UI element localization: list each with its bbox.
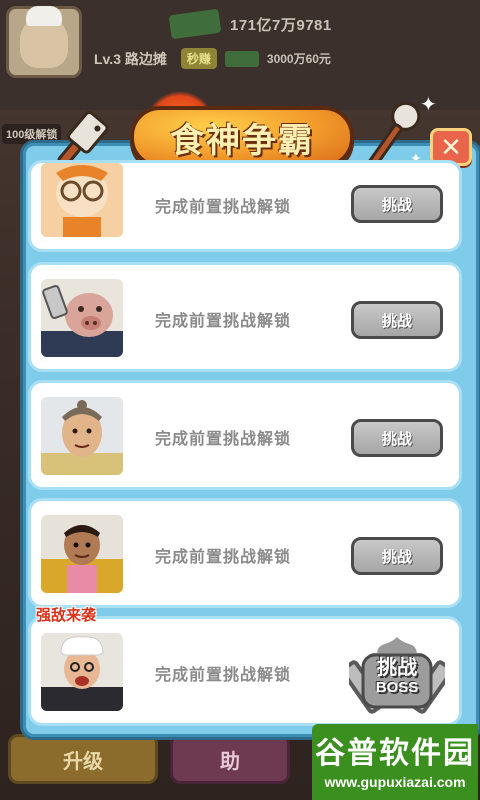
challenge-button[interactable]: 挑战 — [351, 537, 443, 575]
help-button[interactable]: 助 — [170, 734, 290, 784]
close-icon: ✕ — [440, 131, 462, 162]
pig-butcher-icon — [41, 279, 123, 357]
challenge-button[interactable]: 挑战 — [351, 185, 443, 223]
level-text: Lv.3 路边摊 — [94, 50, 167, 67]
challenge-button[interactable]: 挑战 — [351, 301, 443, 339]
boss-button-line2: BOSS — [375, 679, 419, 696]
armored-warrior-icon — [41, 515, 123, 593]
boss-challenge-card: 完成前置挑战解锁 挑战 BOSS — [28, 616, 462, 726]
upgrade-button[interactable]: 升级 — [8, 734, 158, 784]
cash-icon — [224, 50, 259, 67]
money-stack-icon — [168, 8, 222, 40]
watermark-title: 谷普软件园 — [315, 737, 475, 770]
unlock-requirement-text: 完成前置挑战解锁 — [155, 313, 292, 330]
character-portrait — [41, 279, 123, 357]
money-amount: 171亿7万9781 — [230, 16, 332, 34]
challenge-button[interactable]: 挑战 — [351, 419, 443, 457]
challenge-card: 完成前置挑战解锁 挑战 — [28, 262, 462, 372]
boss-button-line1: 挑战 — [377, 657, 417, 679]
top-status-bar: 171亿7万9781 Lv.3 路边摊 秒赚 3000万60元 — [0, 0, 480, 110]
modal-title: 食神争霸 — [170, 121, 314, 160]
watermark: 谷普软件园 www.gupuxiazai.com — [312, 724, 478, 800]
speed-badge: 秒赚 — [180, 48, 217, 69]
challenge-card: 完成前置挑战解锁 挑战 — [28, 498, 462, 608]
character-portrait — [41, 515, 123, 593]
challenge-card: 完成前置挑战解锁 挑战 — [28, 380, 462, 490]
chef-cat-girl-icon — [41, 163, 123, 237]
monk-icon — [41, 397, 123, 475]
chef-avatar-icon — [20, 6, 68, 68]
money-row: 171亿7万9781 — [168, 8, 332, 40]
player-avatar[interactable] — [6, 6, 82, 78]
sparkle-icon: ✦ — [420, 94, 437, 116]
boss-chef-icon — [41, 633, 123, 711]
character-portrait — [41, 633, 123, 711]
unlock-requirement-text: 完成前置挑战解锁 — [155, 549, 292, 566]
level-row: Lv.3 路边摊 秒赚 3000万60元 — [94, 48, 331, 69]
watermark-url: www.gupuxiazai.com — [324, 774, 466, 790]
title-banner: 食神争霸 — [130, 106, 354, 168]
cash-rate: 3000万60元 — [266, 52, 331, 66]
character-portrait — [41, 397, 123, 475]
character-portrait — [41, 163, 123, 237]
unlock-requirement-text: 完成前置挑战解锁 — [155, 667, 292, 684]
challenge-boss-button[interactable]: 挑战 BOSS — [340, 633, 454, 719]
unlock-requirement-text: 完成前置挑战解锁 — [155, 199, 292, 216]
strong-enemy-tag: 强敌来袭 — [36, 607, 97, 624]
challenge-card: 完成前置挑战解锁 挑战 — [28, 160, 462, 252]
unlock-requirement-text: 完成前置挑战解锁 — [155, 431, 292, 448]
